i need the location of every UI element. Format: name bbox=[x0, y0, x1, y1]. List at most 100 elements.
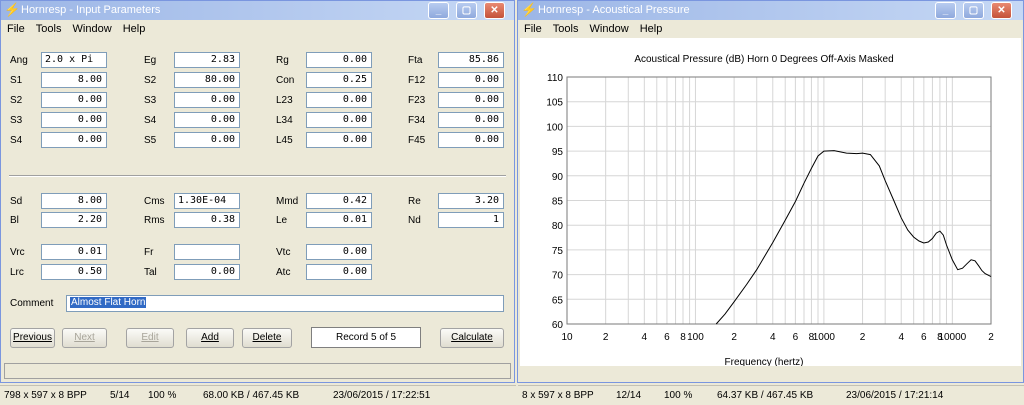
param-field-l23[interactable]: 0.00 bbox=[306, 92, 372, 108]
param-field-s4[interactable]: 0.00 bbox=[174, 112, 240, 128]
status-bar-left: 798 x 597 x 8 BPP 5/14 100 % 68.00 KB / … bbox=[0, 385, 516, 405]
x-tick-label: 6 bbox=[664, 332, 670, 343]
param-field-eg[interactable]: 2.83 bbox=[174, 52, 240, 68]
separator bbox=[9, 175, 506, 177]
param-field-nd[interactable]: 1 bbox=[438, 212, 504, 228]
param-field-s3[interactable]: 0.00 bbox=[41, 112, 107, 128]
previous-button[interactable]: Previous bbox=[10, 328, 55, 348]
param-field-s4[interactable]: 0.00 bbox=[41, 132, 107, 148]
param-label-s2: S2 bbox=[144, 75, 157, 86]
param-field-con[interactable]: 0.25 bbox=[306, 72, 372, 88]
title-bar[interactable]: ⚡ Hornresp - Input Parameters _ ▢ ✕ bbox=[1, 1, 514, 20]
param-field-s5[interactable]: 0.00 bbox=[174, 132, 240, 148]
param-label-s4: S4 bbox=[144, 115, 157, 126]
y-tick-label: 60 bbox=[552, 320, 564, 331]
param-field-fr[interactable] bbox=[174, 244, 240, 260]
param-label-f34: F34 bbox=[408, 115, 426, 126]
param-field-s2[interactable]: 80.00 bbox=[174, 72, 240, 88]
param-field-fta[interactable]: 85.86 bbox=[438, 52, 504, 68]
y-tick-label: 100 bbox=[546, 122, 563, 133]
menu-bar: File Tools Window Help bbox=[1, 20, 514, 38]
x-tick-label: 2 bbox=[731, 332, 737, 343]
param-field-cms[interactable]: 1.30E-04 bbox=[174, 193, 240, 209]
param-label-bl: Bl bbox=[10, 215, 19, 226]
maximize-button[interactable]: ▢ bbox=[456, 2, 477, 19]
minimize-button[interactable]: _ bbox=[935, 2, 956, 19]
param-label-fta: Fta bbox=[408, 55, 423, 66]
menu-tools[interactable]: Tools bbox=[553, 23, 579, 35]
record-indicator: Record 5 of 5 bbox=[311, 327, 421, 348]
menu-help[interactable]: Help bbox=[640, 23, 663, 35]
param-label-rms: Rms bbox=[144, 215, 165, 226]
chart-title: Acoustical Pressure (dB) Horn 0 Degrees … bbox=[634, 54, 893, 65]
param-field-tal[interactable]: 0.00 bbox=[174, 264, 240, 280]
param-label-ang: Ang bbox=[10, 55, 28, 66]
minimize-button[interactable]: _ bbox=[428, 2, 449, 19]
x-tick-label: 10 bbox=[561, 332, 573, 343]
param-label-s3: S3 bbox=[144, 95, 157, 106]
param-label-re: Re bbox=[408, 196, 421, 207]
edit-button[interactable]: Edit bbox=[126, 328, 174, 348]
comment-field[interactable]: Almost Flat Horn bbox=[66, 295, 504, 312]
param-field-bl[interactable]: 2.20 bbox=[41, 212, 107, 228]
param-label-fr: Fr bbox=[144, 247, 154, 258]
y-tick-label: 85 bbox=[552, 197, 564, 208]
param-field-f45[interactable]: 0.00 bbox=[438, 132, 504, 148]
param-label-s4: S4 bbox=[10, 135, 23, 146]
menu-help[interactable]: Help bbox=[123, 23, 146, 35]
param-label-tal: Tal bbox=[144, 267, 157, 278]
param-field-rms[interactable]: 0.38 bbox=[174, 212, 240, 228]
next-button[interactable]: Next bbox=[62, 328, 107, 348]
input-parameters-window: ⚡ Hornresp - Input Parameters _ ▢ ✕ File… bbox=[0, 0, 515, 383]
param-field-re[interactable]: 3.20 bbox=[438, 193, 504, 209]
param-field-atc[interactable]: 0.00 bbox=[306, 264, 372, 280]
maximize-button[interactable]: ▢ bbox=[963, 2, 984, 19]
param-field-lrc[interactable]: 0.50 bbox=[41, 264, 107, 280]
param-field-s3[interactable]: 0.00 bbox=[174, 92, 240, 108]
param-label-s5: S5 bbox=[144, 135, 157, 146]
param-field-ang[interactable]: 2.0 x Pi bbox=[41, 52, 107, 68]
param-field-le[interactable]: 0.01 bbox=[306, 212, 372, 228]
x-tick-label: 4 bbox=[898, 332, 904, 343]
menu-window[interactable]: Window bbox=[73, 23, 112, 35]
comment-label: Comment bbox=[10, 298, 54, 309]
x-tick-label: 4 bbox=[642, 332, 648, 343]
param-field-rg[interactable]: 0.00 bbox=[306, 52, 372, 68]
y-tick-label: 105 bbox=[546, 98, 563, 109]
x-tick-label: 10000 bbox=[938, 332, 966, 343]
status-dimensions: 8 x 597 x 8 BPP bbox=[522, 390, 594, 401]
param-field-sd[interactable]: 8.00 bbox=[41, 193, 107, 209]
series-line bbox=[715, 150, 992, 325]
param-field-vtc[interactable]: 0.00 bbox=[306, 244, 372, 260]
status-bar-right: 8 x 597 x 8 BPP 12/14 100 % 64.37 KB / 4… bbox=[518, 385, 1024, 405]
param-label-nd: Nd bbox=[408, 215, 421, 226]
x-tick-label: 8 bbox=[680, 332, 686, 343]
close-button[interactable]: ✕ bbox=[991, 2, 1012, 19]
title-bar[interactable]: ⚡ Hornresp - Acoustical Pressure _ ▢ ✕ bbox=[518, 1, 1023, 20]
status-zoom: 100 % bbox=[664, 390, 693, 401]
param-field-s1[interactable]: 8.00 bbox=[41, 72, 107, 88]
delete-button[interactable]: Delete bbox=[242, 328, 292, 348]
calculate-button[interactable]: Calculate bbox=[440, 328, 504, 348]
param-field-f12[interactable]: 0.00 bbox=[438, 72, 504, 88]
menu-tools[interactable]: Tools bbox=[36, 23, 62, 35]
param-field-f34[interactable]: 0.00 bbox=[438, 112, 504, 128]
param-field-mmd[interactable]: 0.42 bbox=[306, 193, 372, 209]
param-field-f23[interactable]: 0.00 bbox=[438, 92, 504, 108]
param-field-l45[interactable]: 0.00 bbox=[306, 132, 372, 148]
param-label-vtc: Vtc bbox=[276, 247, 291, 258]
param-field-vrc[interactable]: 0.01 bbox=[41, 244, 107, 260]
menu-window[interactable]: Window bbox=[590, 23, 629, 35]
x-tick-label: 2 bbox=[988, 332, 994, 343]
param-label-rg: Rg bbox=[276, 55, 289, 66]
param-field-s2[interactable]: 0.00 bbox=[41, 92, 107, 108]
close-button[interactable]: ✕ bbox=[484, 2, 505, 19]
add-button[interactable]: Add bbox=[186, 328, 234, 348]
y-tick-label: 75 bbox=[552, 246, 564, 257]
param-label-l34: L34 bbox=[276, 115, 293, 126]
param-label-f12: F12 bbox=[408, 75, 426, 86]
menu-file[interactable]: File bbox=[524, 23, 542, 35]
menu-file[interactable]: File bbox=[7, 23, 25, 35]
x-axis-label: Frequency (hertz) bbox=[725, 357, 804, 366]
param-field-l34[interactable]: 0.00 bbox=[306, 112, 372, 128]
